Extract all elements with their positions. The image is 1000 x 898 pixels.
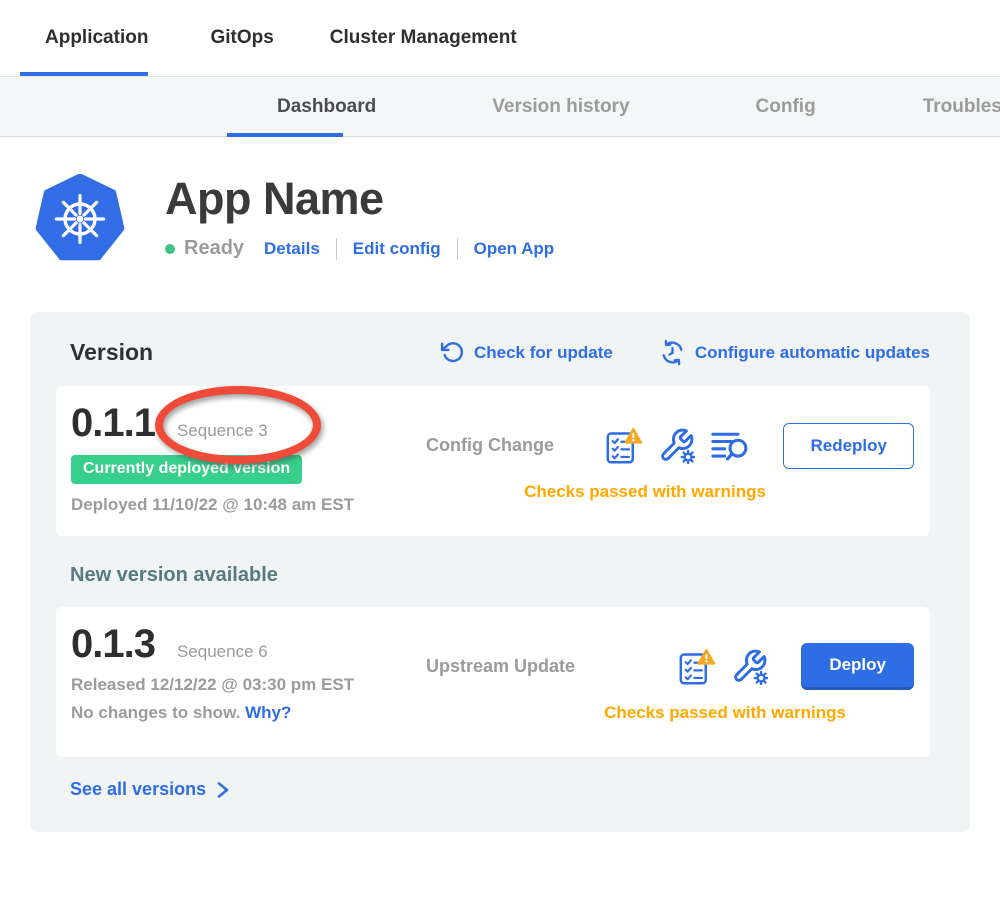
preflight-checks-icon[interactable]: [676, 648, 716, 686]
available-sequence-label: Sequence 6: [177, 642, 268, 662]
preflight-status-text: Checks passed with warnings: [426, 482, 914, 502]
tab-dashboard[interactable]: Dashboard: [277, 77, 376, 136]
see-all-versions-label: See all versions: [70, 779, 206, 800]
status-dot: [165, 244, 175, 254]
version-panel: Version Check for update: [30, 312, 970, 832]
version-source-label: Config Change: [426, 435, 554, 456]
details-link[interactable]: Details: [264, 239, 320, 259]
version-source-label: Upstream Update: [426, 656, 575, 677]
why-link[interactable]: Why?: [245, 703, 291, 722]
current-version-number: 0.1.1: [71, 400, 155, 446]
tab-application[interactable]: Application: [45, 0, 148, 76]
tab-cluster-management[interactable]: Cluster Management: [330, 0, 517, 76]
configure-automatic-updates-button[interactable]: Configure automatic updates: [659, 339, 930, 366]
available-version-number: 0.1.3: [71, 621, 155, 667]
auto-update-clock-icon: [659, 339, 686, 366]
divider: [457, 238, 458, 260]
version-section-title: Version: [70, 339, 153, 366]
tab-troubleshoot[interactable]: Troubleshoot: [923, 77, 1000, 136]
top-nav: Application GitOps Cluster Management: [0, 0, 1000, 76]
tab-version-history[interactable]: Version history: [492, 77, 629, 136]
open-app-link[interactable]: Open App: [474, 239, 555, 259]
configure-automatic-updates-label: Configure automatic updates: [695, 343, 930, 363]
kubernetes-logo-icon: [35, 174, 125, 264]
redeploy-button[interactable]: Redeploy: [783, 423, 914, 469]
tab-config[interactable]: Config: [756, 77, 816, 136]
current-sequence-label: Sequence 3: [177, 421, 268, 441]
view-files-icon[interactable]: [710, 429, 750, 462]
deploy-button[interactable]: Deploy: [801, 643, 914, 690]
divider: [336, 238, 337, 260]
new-version-heading: New version available: [70, 564, 930, 587]
deployed-timestamp: Deployed 11/10/22 @ 10:48 am EST: [71, 495, 426, 515]
current-version-card: 0.1.1 Sequence 3 Currently deployed vers…: [56, 386, 930, 536]
app-nav: Dashboard Version history Config Trouble…: [0, 76, 1000, 137]
see-all-versions-link[interactable]: See all versions: [70, 779, 231, 800]
config-wrench-icon[interactable]: [658, 427, 695, 464]
no-changes-text: No changes to show.: [71, 703, 240, 722]
released-timestamp: Released 12/12/22 @ 03:30 pm EST: [71, 675, 426, 695]
chevron-right-icon: [215, 781, 231, 799]
check-for-update-button[interactable]: Check for update: [440, 340, 613, 365]
config-wrench-icon[interactable]: [731, 648, 768, 685]
page-title: App Name: [165, 174, 554, 224]
preflight-checks-icon[interactable]: [603, 427, 643, 465]
currently-deployed-badge: Currently deployed version: [71, 455, 302, 484]
check-for-update-label: Check for update: [474, 343, 613, 363]
available-version-card: 0.1.3 Sequence 6 Released 12/12/22 @ 03:…: [56, 607, 930, 757]
app-header: App Name Ready Details Edit config Open …: [0, 137, 1000, 264]
refresh-icon: [440, 340, 465, 365]
tab-gitops[interactable]: GitOps: [210, 0, 273, 76]
status-label: Ready: [184, 237, 244, 260]
edit-config-link[interactable]: Edit config: [353, 239, 441, 259]
preflight-status-text: Checks passed with warnings: [426, 703, 914, 723]
